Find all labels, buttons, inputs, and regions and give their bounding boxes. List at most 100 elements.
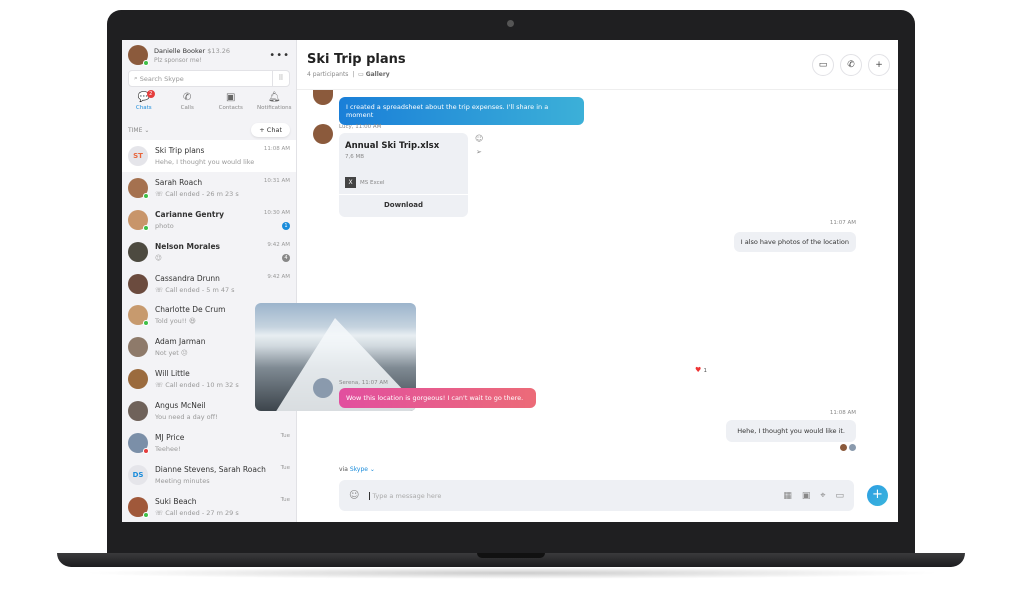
nav-tabs: 💬 2 Chats ✆ Calls ▣ Contacts 🔔︎ Notifications: [122, 90, 296, 120]
add-participant-button[interactable]: +: [868, 54, 890, 76]
new-chat-button[interactable]: + Chat: [251, 123, 290, 137]
conversation-item[interactable]: Sarah Roach 10:31 AM ☏ Call ended - 26 m …: [122, 172, 296, 204]
reaction-count: 1: [703, 368, 708, 374]
conversation-item[interactable]: Carianne Gentry 10:30 AM photo 1: [122, 204, 296, 236]
avatar[interactable]: [128, 45, 149, 66]
tab-chats[interactable]: 💬 2 Chats: [124, 90, 164, 120]
via-label: via: [339, 466, 348, 473]
conversation-time: 9:42 AM: [267, 273, 290, 280]
avatar: [128, 209, 149, 231]
conversation-time: 10:30 AM: [263, 209, 290, 216]
avatar: [128, 401, 148, 422]
read-receipts: [840, 444, 856, 451]
conversation-name: Cassandra Drunn: [155, 273, 220, 283]
sidebar: Danielle Booker $13.26 Plz sponsor me! •…: [122, 40, 297, 522]
avatar: [128, 241, 148, 262]
conversation-time: 9:42 AM: [267, 241, 290, 248]
compose-placeholder: Type a message here: [369, 491, 441, 500]
file-name: Annual Ski Trip.xlsx: [345, 141, 440, 151]
conversation-name: Adam Jarman: [155, 337, 206, 347]
status-indicator: [143, 192, 149, 199]
video-call-button[interactable]: ▭: [812, 54, 834, 76]
conversation-name: Sarah Roach: [155, 177, 203, 187]
conversation-time: 10:31 AM: [263, 177, 290, 184]
message-bubble[interactable]: Hehe, I thought you would like it.: [726, 420, 856, 442]
conversation-name: Suki Beach: [155, 496, 197, 506]
forward-icon[interactable]: ➢: [476, 148, 482, 156]
webcam: [507, 20, 514, 27]
dialpad-icon[interactable]: ⠿: [272, 71, 289, 86]
call-icon: ☏: [155, 285, 166, 294]
message-meta: Lucy, 11:00 AM: [339, 124, 382, 130]
location-icon[interactable]: ⌖: [820, 491, 825, 501]
via-skype-dropdown[interactable]: Skype: [350, 466, 368, 473]
more-options-icon[interactable]: •••: [269, 50, 290, 61]
message-time: 11:07 AM: [829, 220, 856, 226]
avatar: [128, 496, 149, 518]
tab-label: Calls: [180, 105, 194, 111]
conversation-time: Tue: [280, 464, 290, 471]
avatar: [128, 177, 149, 199]
message-bubble[interactable]: I also have photos of the location: [733, 232, 856, 252]
conversation-item[interactable]: Nelson Morales 9:42 AM 😉 4: [122, 236, 296, 268]
emoji-icon[interactable]: ☺: [349, 490, 359, 501]
message-bubble[interactable]: I created a spreadsheet about the trip e…: [339, 97, 584, 125]
participants-count[interactable]: 4 participants: [307, 71, 348, 78]
message-bubble[interactable]: Wow this location is gorgeous! I can't w…: [339, 388, 536, 408]
tab-calls[interactable]: ✆ Calls: [167, 92, 207, 120]
chat-title: Ski Trip plans: [307, 52, 406, 67]
heart-reaction[interactable]: ♥ 1: [695, 366, 707, 374]
conversation-item[interactable]: DS Dianne Stevens, Sarah Roach Tue Meetin…: [122, 459, 296, 491]
conversation-time: 11:08 AM: [263, 145, 290, 152]
conversation-name: Dianne Stevens, Sarah Roach: [155, 464, 266, 474]
conversation-name: Charlotte De Crum: [155, 305, 226, 315]
audio-call-button[interactable]: ✆: [840, 54, 862, 76]
tab-label: Contacts: [218, 105, 243, 111]
file-card: Annual Ski Trip.xlsx 7,6 MB X MS Excel Do…: [339, 133, 468, 217]
tab-contacts[interactable]: ▣ Contacts: [211, 92, 251, 120]
conversation-item[interactable]: MJ Price Tue Teehee!: [122, 427, 296, 459]
avatar: [128, 305, 149, 327]
download-button[interactable]: Download: [339, 194, 468, 215]
conversation-preview: Call ended - 10 m 32 s: [165, 381, 239, 390]
gallery-icon: ▭: [358, 71, 364, 78]
message-text: I also have photos of the location: [740, 238, 849, 246]
avatar: [313, 124, 333, 144]
profile[interactable]: Danielle Booker $13.26 Plz sponsor me! •…: [122, 40, 296, 70]
message-text: I created a spreadsheet about the trip e…: [346, 103, 549, 119]
conversation-preview: Call ended - 5 m 47 s: [165, 285, 235, 294]
avatar-initials: ST: [133, 151, 143, 160]
unread-badge: 4: [282, 253, 290, 262]
excel-icon: X: [345, 177, 356, 188]
video-message-icon[interactable]: ▭: [835, 491, 844, 501]
media-gallery-icon[interactable]: ▦: [783, 491, 792, 501]
conversation-name: Angus McNeil: [155, 401, 206, 411]
send-money-icon[interactable]: ▣: [802, 491, 811, 501]
sort-dropdown[interactable]: TIME: [128, 127, 142, 134]
message-input[interactable]: ☺ Type a message here ▦ ▣ ⌖ ▭: [339, 480, 854, 511]
tab-notifications[interactable]: 🔔︎ Notifications: [254, 92, 294, 120]
conversation-time: Tue: [280, 496, 290, 503]
emoji-reaction-icon[interactable]: ☺: [475, 134, 483, 143]
unread-badge: 1: [282, 221, 290, 230]
conversation-preview: Teehee!: [155, 444, 181, 453]
phone-icon: ✆: [183, 92, 192, 103]
conversation-name: Nelson Morales: [155, 241, 220, 251]
call-icon: ☏: [155, 381, 166, 390]
chat-header: Ski Trip plans 4 participants | ▭ Galler…: [297, 40, 898, 90]
conversation-preview: You need a day off!: [155, 413, 218, 422]
conversation-preview: Not yet 😐: [155, 349, 188, 358]
conversation-item[interactable]: Cassandra Drunn 9:42 AM ☏ Call ended - 5 …: [122, 268, 296, 300]
status-indicator: [143, 511, 149, 518]
status-indicator: [143, 224, 149, 231]
skype-window: Danielle Booker $13.26 Plz sponsor me! •…: [122, 40, 898, 522]
gallery-link[interactable]: Gallery: [366, 71, 390, 78]
file-type: MS Excel: [360, 179, 385, 186]
conversation-name: Will Little: [155, 369, 190, 379]
add-content-button[interactable]: +: [867, 485, 888, 506]
conversation-preview: Hehe, I thought you would like: [155, 157, 255, 166]
avatar: DS: [128, 464, 148, 485]
conversation-item[interactable]: Suki Beach Tue ☏ Call ended - 27 m 29 s: [122, 491, 296, 522]
search-input[interactable]: ⌕ Search Skype ⠿: [128, 70, 290, 87]
conversation-item[interactable]: ST Ski Trip plans 11:08 AM Hehe, I though…: [122, 140, 296, 172]
